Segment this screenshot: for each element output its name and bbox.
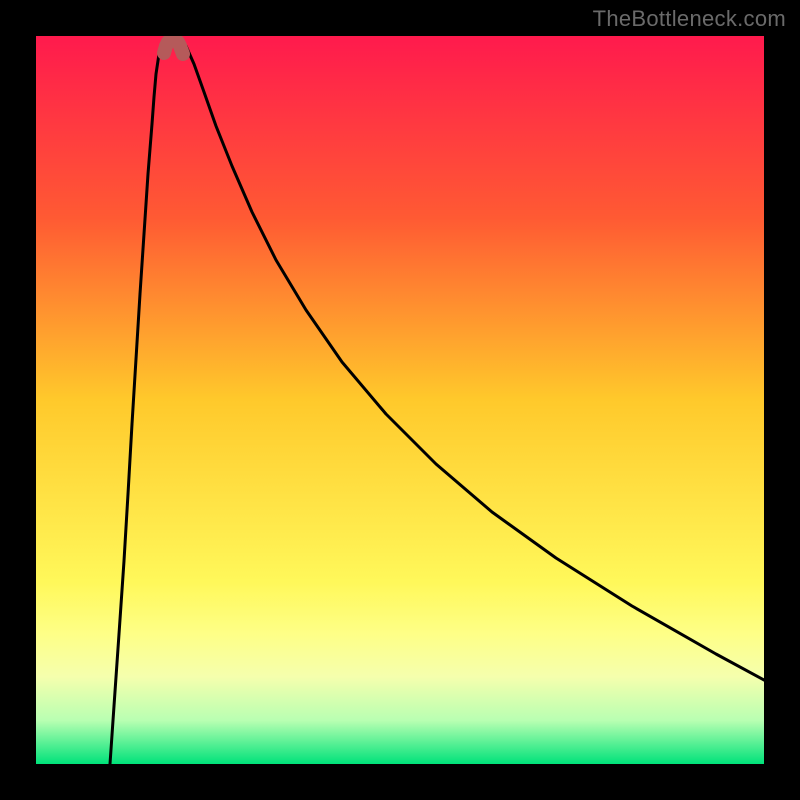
chart-container: TheBottleneck.com xyxy=(0,0,800,800)
plot-area xyxy=(36,36,764,764)
background-gradient xyxy=(36,36,764,764)
watermark-text: TheBottleneck.com xyxy=(593,6,786,32)
chart-svg xyxy=(36,36,764,764)
